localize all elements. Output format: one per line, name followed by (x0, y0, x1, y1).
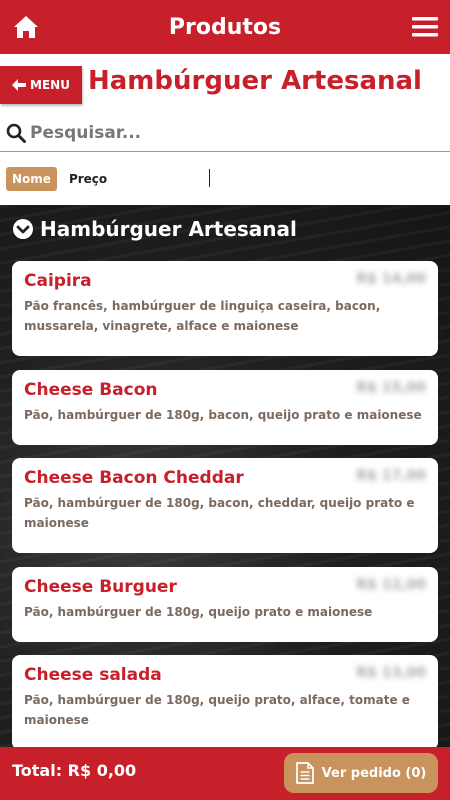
text-cursor (209, 169, 210, 187)
arrow-left-icon (12, 79, 27, 91)
view-order-label: Ver pedido (0) (321, 765, 427, 781)
search-bar (0, 114, 450, 152)
product-card[interactable]: Cheese Bacon Cheddar R$ 17,00 Pão, hambú… (12, 458, 438, 553)
bottom-bar: Total: R$ 0,00 Ver pedido (0) (0, 747, 450, 800)
top-bar: Produtos (0, 0, 450, 54)
product-price: R$ 15,00 (356, 380, 426, 396)
document-icon (295, 762, 314, 784)
search-input[interactable] (30, 122, 410, 143)
product-price: R$ 14,00 (356, 271, 426, 287)
product-card[interactable]: Caipira R$ 14,00 Pão francês, hambúrguer… (12, 261, 438, 356)
section-title: Hambúrguer Artesanal (40, 217, 297, 241)
sub-header: MENU Hambúrguer Artesanal (0, 54, 450, 114)
sort-by-price-button[interactable]: Preço (63, 167, 113, 191)
product-description: Pão francês, hambúrguer de linguiça case… (24, 299, 381, 333)
order-total: Total: R$ 0,00 (12, 761, 137, 780)
product-description: Pão, hambúrguer de 180g, queijo prato e … (24, 605, 373, 619)
section-header[interactable]: Hambúrguer Artesanal (12, 217, 297, 241)
sort-by-name-button[interactable]: Nome (6, 166, 57, 191)
product-card[interactable]: Cheese salada R$ 13,00 Pão, hambúrguer d… (12, 655, 438, 747)
home-icon[interactable] (12, 13, 40, 41)
view-order-button[interactable]: Ver pedido (0) (284, 753, 438, 793)
product-price: R$ 12,00 (356, 577, 426, 593)
product-description: Pão, hambúrguer de 180g, bacon, cheddar,… (24, 496, 415, 530)
product-price: R$ 13,00 (356, 665, 426, 681)
product-card[interactable]: Cheese Burguer R$ 12,00 Pão, hambúrguer … (12, 567, 438, 642)
search-icon (6, 123, 26, 143)
product-description: Pão, hambúrguer de 180g, queijo prato, a… (24, 693, 410, 727)
sort-options: Nome Preço (0, 152, 450, 205)
product-card[interactable]: Cheese Bacon R$ 15,00 Pão, hambúrguer de… (12, 370, 438, 445)
menu-back-button[interactable]: MENU (0, 66, 82, 104)
menu-button-label: MENU (30, 78, 70, 92)
product-price: R$ 17,00 (356, 468, 426, 484)
app-title: Produtos (168, 14, 282, 40)
product-description: Pão, hambúrguer de 180g, bacon, queijo p… (24, 408, 422, 422)
chevron-down-circle-icon (13, 219, 33, 239)
hamburger-menu-icon[interactable] (412, 16, 438, 38)
page-title: Hambúrguer Artesanal (88, 66, 422, 96)
product-list[interactable]: Hambúrguer Artesanal Caipira R$ 14,00 Pã… (0, 205, 450, 747)
